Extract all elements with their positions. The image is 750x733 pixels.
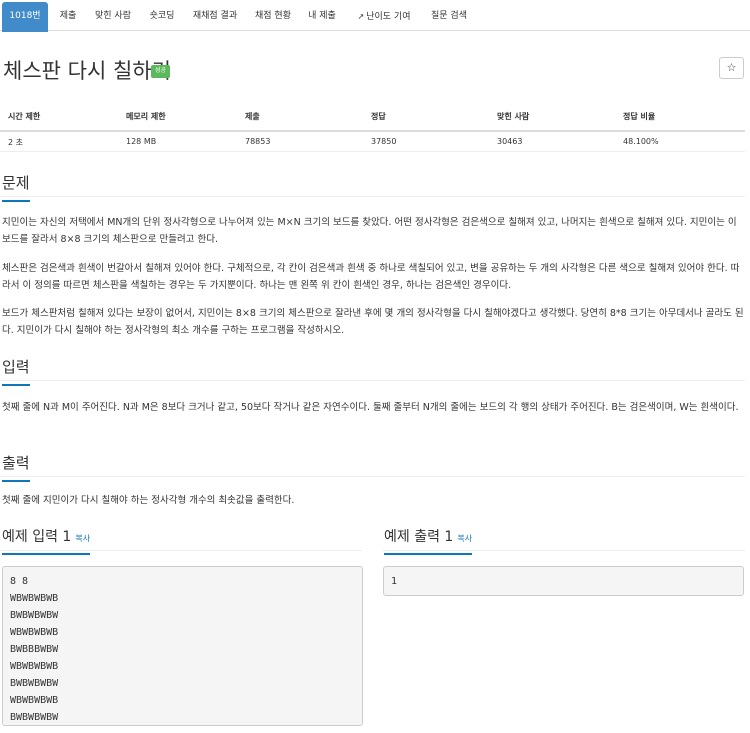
tab-rejudge-results[interactable]: 재채점 결과 [186, 2, 244, 31]
value-submissions: 78853 [245, 137, 271, 146]
input-description: 첫째 줄에 N과 M이 주어진다. N과 M은 8보다 크거나 같고, 50보다… [2, 402, 739, 413]
value-memory-limit: 128 MB [126, 137, 157, 146]
tab-solved-users[interactable]: 맞힌 사람 [88, 2, 138, 31]
header-submissions: 제출 [245, 112, 260, 121]
section-heading-input: 입력 [2, 356, 30, 386]
tab-submit[interactable]: 제출 [52, 2, 84, 31]
header-solved-users: 맞힌 사람 [497, 112, 530, 121]
header-memory-limit: 메모리 제한 [126, 112, 166, 121]
value-time-limit: 2 초 [8, 138, 23, 147]
tab-difficulty-contribution[interactable]: ↗ 난이도 기여 [350, 2, 418, 31]
header-accepted: 정답 [371, 112, 386, 121]
copy-sample-input-button[interactable]: 복사 [75, 534, 90, 543]
section-divider [0, 476, 745, 477]
table-header-row: 시간 제한 메모리 제한 제출 정답 맞힌 사람 정답 비율 [0, 99, 745, 132]
description-paragraph-3: 보드가 체스판처럼 칠해져 있다는 보장이 없어서, 지민이는 8×8 크기의 … [2, 308, 744, 336]
table-row: 2 초 128 MB 78853 37850 30463 48.100% [0, 132, 745, 152]
section-heading-output: 출력 [2, 452, 30, 482]
star-icon: ☆ [726, 61, 737, 74]
sample-output-heading: 예제 출력 1 복사 [384, 526, 473, 555]
external-link-icon: ↗ [357, 12, 365, 21]
value-accepted: 37850 [371, 137, 397, 146]
problem-tabs: 1018번 제출 맞힌 사람 숏코딩 재채점 결과 채점 현황 내 제출 ↗ 난이… [0, 0, 750, 32]
sample-output-title: 예제 출력 1 [384, 529, 454, 545]
value-accept-ratio: 48.100% [623, 137, 659, 146]
value-solved-users: 30463 [497, 137, 523, 146]
copy-sample-output-button[interactable]: 복사 [457, 534, 472, 543]
description-paragraph-1: 지민이는 자신의 저택에서 MN개의 단위 정사각형으로 나누어져 있는 M×N… [2, 217, 737, 245]
sample-input-box[interactable]: 8 8 WBWBWBWB BWBWBWBW WBWBWBWB BWBBBWBW … [2, 566, 363, 726]
header-accept-ratio: 정답 비율 [623, 112, 656, 121]
tab-problem[interactable]: 1018번 [2, 2, 48, 32]
tab-my-submissions[interactable]: 내 제출 [302, 2, 342, 31]
tab-question-search[interactable]: 질문 검색 [424, 2, 474, 31]
tab-short-coding[interactable]: 숏코딩 [143, 2, 181, 31]
section-divider [0, 380, 745, 381]
section-divider [0, 196, 745, 197]
section-heading-description: 문제 [2, 172, 30, 202]
sample-input-title: 예제 입력 1 [2, 529, 72, 545]
output-description: 첫째 줄에 지민이가 다시 칠해야 하는 정사각형 개수의 최솟값을 출력한다. [2, 495, 295, 506]
star-button[interactable]: ☆ [719, 57, 744, 79]
problem-title: 체스판 다시 칠하기 [3, 59, 171, 83]
header-time-limit: 시간 제한 [8, 112, 41, 121]
problem-info-table: 시간 제한 메모리 제한 제출 정답 맞힌 사람 정답 비율 2 초 128 M… [0, 99, 745, 152]
sample-output-box[interactable]: 1 [383, 566, 744, 596]
status-badge: 성공 [151, 65, 171, 78]
sample-input-heading: 예제 입력 1 복사 [2, 526, 91, 555]
description-paragraph-2: 체스판은 검은색과 흰색이 번갈아서 칠해져 있어야 한다. 구체적으로, 각 … [2, 263, 740, 291]
tab-status[interactable]: 채점 현황 [249, 2, 297, 31]
tab-difficulty-label: 난이도 기여 [366, 12, 411, 22]
